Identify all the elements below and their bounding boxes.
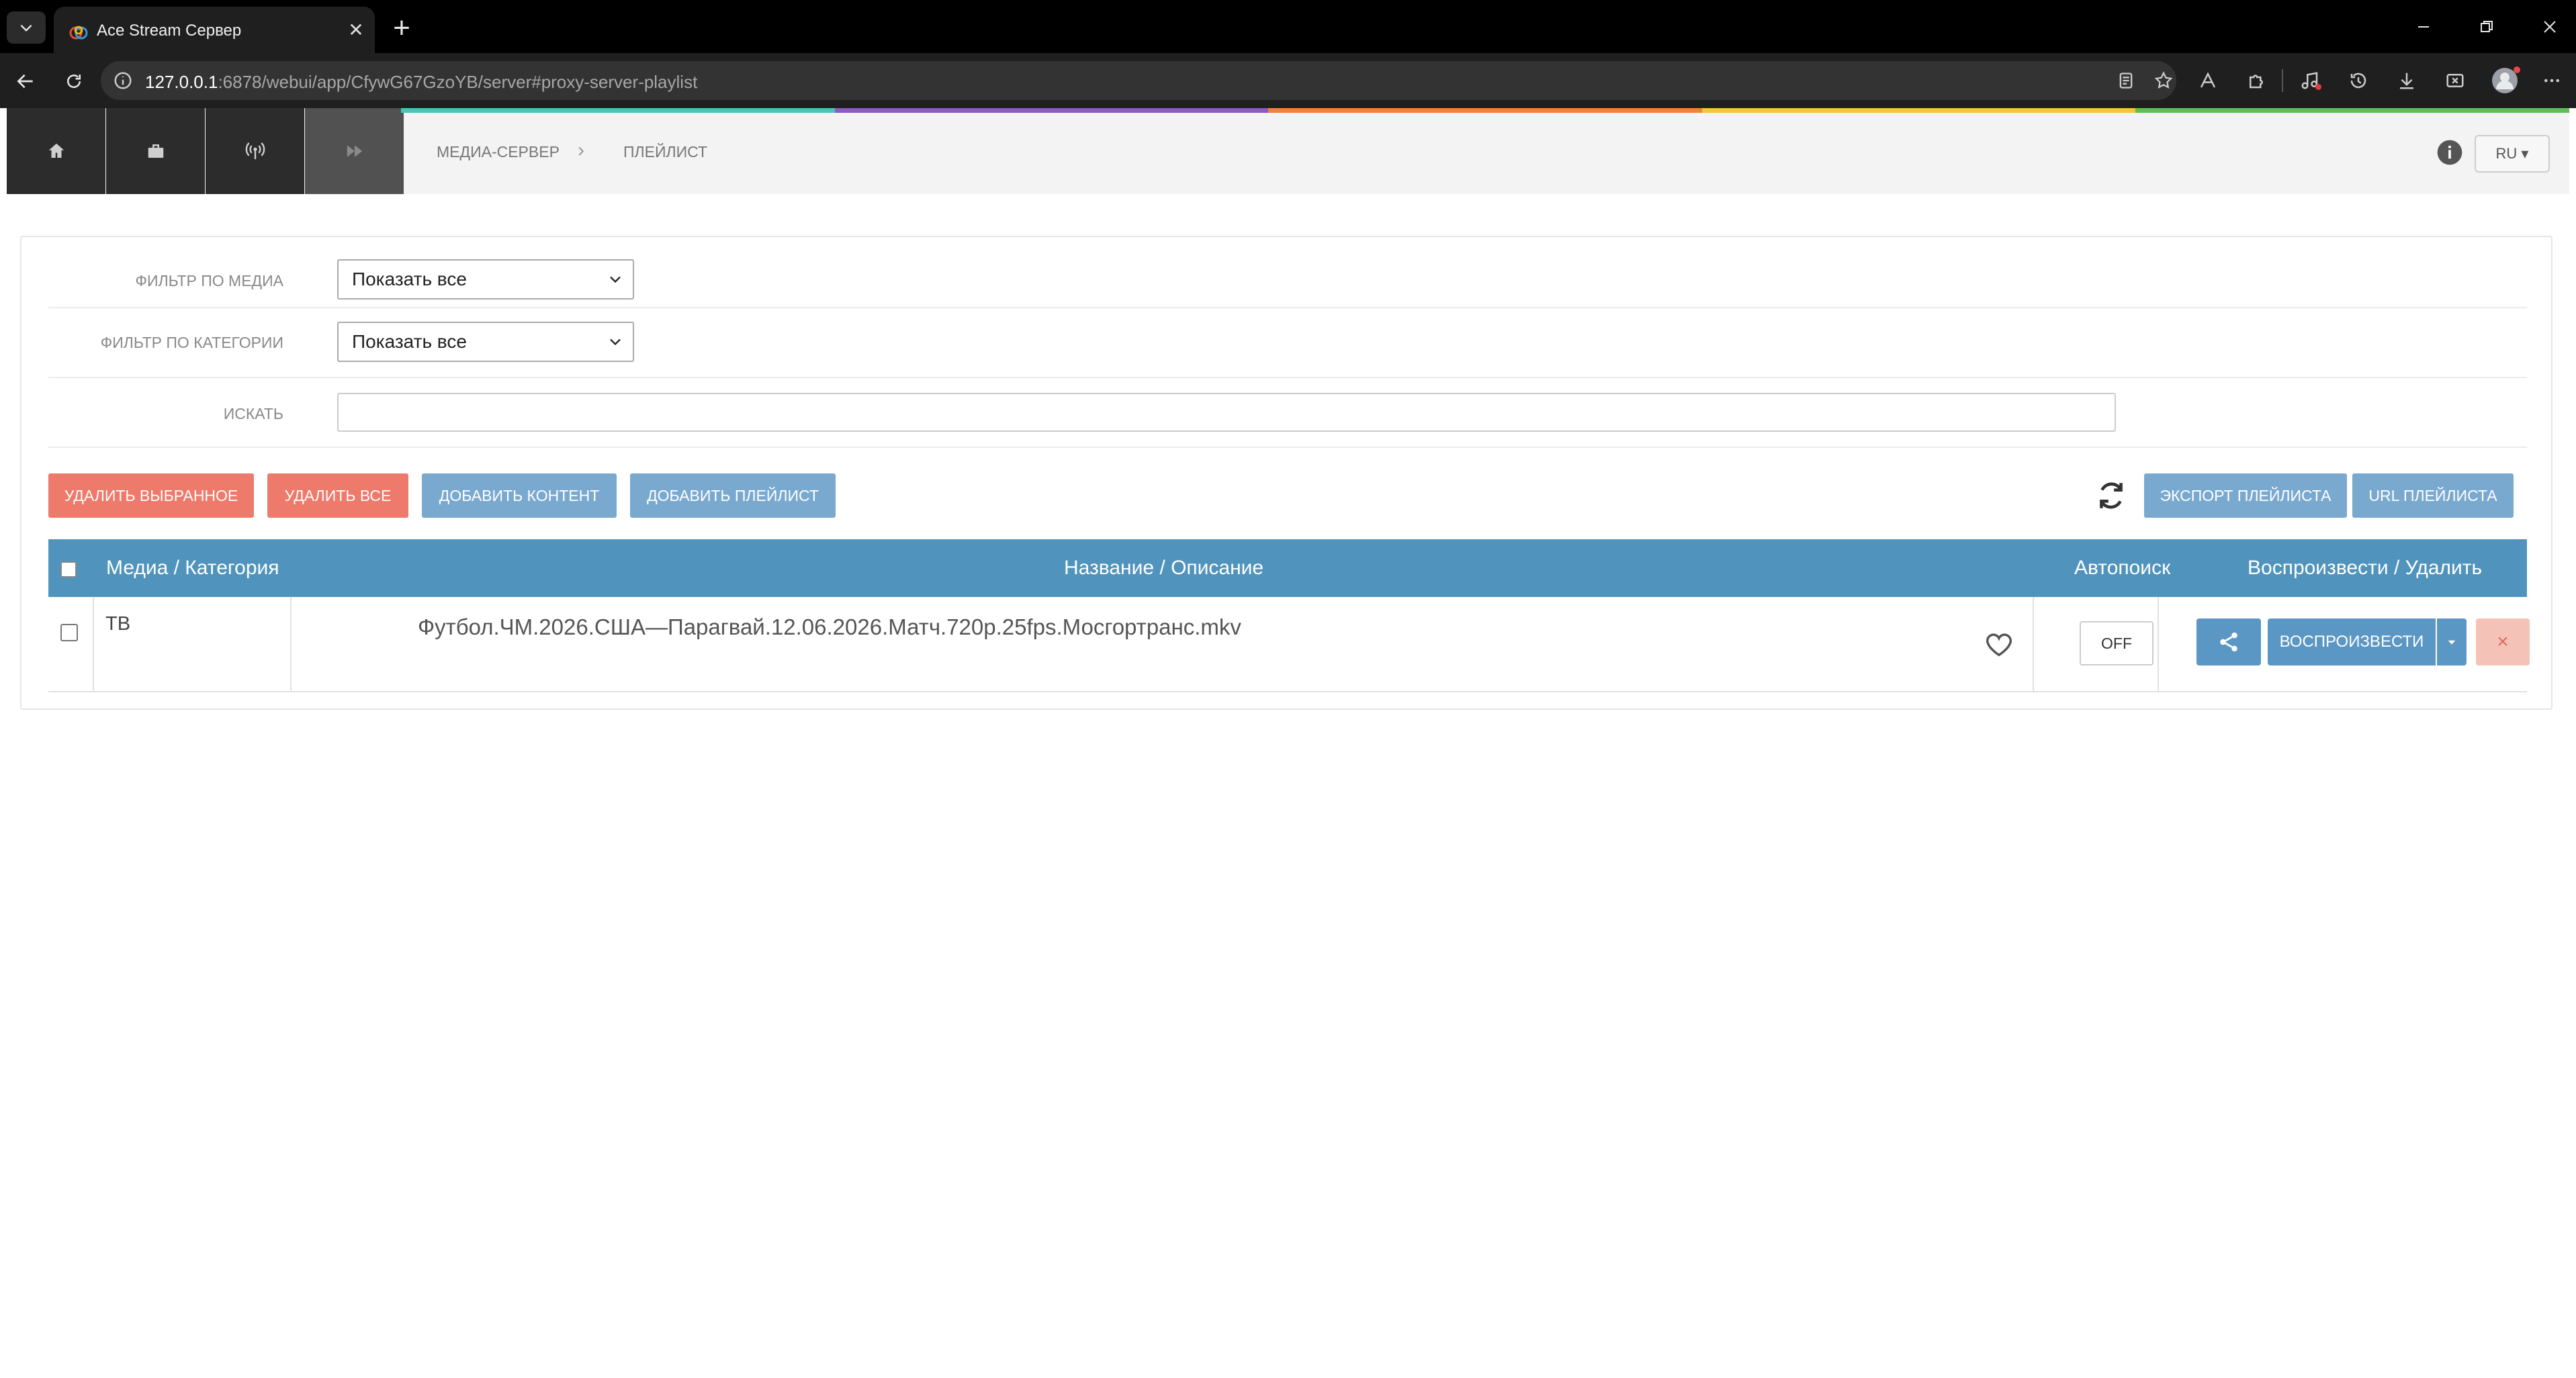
share-button[interactable] bbox=[2196, 618, 2261, 665]
autosearch-toggle[interactable]: OFF bbox=[2080, 621, 2153, 665]
heart-icon[interactable] bbox=[1983, 629, 2015, 660]
category-filter-select[interactable]: Показать все bbox=[337, 322, 634, 362]
nav-briefcase[interactable] bbox=[106, 108, 205, 194]
column-divider bbox=[2158, 597, 2159, 692]
url-text: 127.0.0.1:6878/webui/app/CfywG67GzoYB/se… bbox=[145, 72, 697, 93]
delete-all-button[interactable]: УДАЛИТЬ ВСЕ bbox=[267, 473, 408, 518]
playlist-url-button[interactable]: URL ПЛЕЙЛИСТА bbox=[2352, 473, 2514, 518]
reader-mode-icon[interactable] bbox=[2109, 64, 2143, 97]
column-play-delete: Воспроизвести / Удалить bbox=[2248, 557, 2483, 579]
nav-broadcast[interactable] bbox=[206, 108, 304, 194]
new-tab-button[interactable]: + bbox=[383, 11, 420, 44]
page: МЕДИА-СЕРВЕР › ПЛЕЙЛИСТ RU ▾ ФИЛЬТР ПО М… bbox=[7, 108, 2569, 1378]
screenshot-icon[interactable] bbox=[2438, 64, 2472, 97]
history-icon[interactable] bbox=[2342, 64, 2375, 97]
chevron-down-icon bbox=[610, 276, 621, 283]
restore-icon[interactable] bbox=[2462, 7, 2511, 47]
delete-selected-button[interactable]: УДАЛИТЬ ВЫБРАННОЕ bbox=[48, 473, 254, 518]
breadcrumb-media-server[interactable]: МЕДИА-СЕРВЕР bbox=[437, 143, 560, 161]
media-filter-row: ФИЛЬТР ПО МЕДИА Показать все bbox=[48, 250, 2527, 308]
category-filter-row: ФИЛЬТР ПО КАТЕГОРИИ Показать все bbox=[48, 308, 2527, 378]
favorite-star-icon[interactable] bbox=[2147, 64, 2180, 97]
column-media-category: Медиа / Категория bbox=[106, 557, 279, 579]
select-all-checkbox[interactable] bbox=[60, 561, 77, 578]
play-button[interactable]: ВОСПРОИЗВЕСТИ bbox=[2268, 618, 2436, 665]
address-bar[interactable]: 127.0.0.1:6878/webui/app/CfywG67GzoYB/se… bbox=[101, 61, 2176, 100]
close-window-icon[interactable] bbox=[2526, 7, 2574, 47]
search-row: ИСКАТЬ bbox=[48, 378, 2527, 448]
media-control-icon[interactable] bbox=[2293, 64, 2327, 97]
url-path: :6878/webui/app/CfywG67GzoYB/server#prox… bbox=[218, 72, 698, 92]
color-bar-purple bbox=[834, 108, 1269, 113]
app-header: МЕДИА-СЕРВЕР › ПЛЕЙЛИСТ RU ▾ bbox=[7, 108, 2569, 194]
back-icon[interactable] bbox=[8, 64, 43, 99]
add-playlist-button[interactable]: ДОБАВИТЬ ПЛЕЙЛИСТ bbox=[630, 473, 836, 518]
broadcast-icon bbox=[245, 142, 265, 159]
column-title-description: Название / Описание bbox=[1064, 557, 1264, 579]
tab-close-icon[interactable]: ✕ bbox=[343, 16, 369, 43]
toolbar-divider bbox=[2282, 69, 2283, 92]
column-divider bbox=[2033, 597, 2034, 692]
caret-down-icon bbox=[2448, 640, 2456, 645]
site-info-icon[interactable] bbox=[113, 71, 133, 91]
color-bar-orange bbox=[1268, 108, 1702, 113]
address-toolbar: 127.0.0.1:6878/webui/app/CfywG67GzoYB/se… bbox=[0, 53, 2576, 108]
column-divider bbox=[290, 597, 292, 692]
row-category: ТВ bbox=[105, 613, 131, 635]
chevron-down-icon bbox=[610, 338, 621, 346]
language-selector[interactable]: RU ▾ bbox=[2475, 135, 2550, 173]
ace-stream-favicon bbox=[69, 26, 88, 40]
playlist-panel: ФИЛЬТР ПО МЕДИА Показать все ФИЛЬТР ПО К… bbox=[20, 236, 2552, 710]
row-title[interactable]: Футбол.ЧМ.2026.США—Парагвай.12.06.2026.М… bbox=[418, 614, 1241, 640]
browser-tab-strip: Ace Stream Сервер ✕ + bbox=[0, 0, 2576, 54]
info-icon[interactable] bbox=[2435, 138, 2464, 167]
play-options-dropdown[interactable] bbox=[2437, 618, 2467, 665]
breadcrumb-separator: › bbox=[578, 139, 584, 161]
row-checkbox[interactable] bbox=[60, 624, 78, 641]
reload-icon[interactable] bbox=[56, 64, 91, 99]
url-host: 127.0.0.1 bbox=[145, 72, 218, 92]
table-row: ТВ Футбол.ЧМ.2026.США—Парагвай.12.06.202… bbox=[48, 597, 2530, 692]
share-icon bbox=[2220, 632, 2237, 652]
delete-row-button[interactable]: × bbox=[2476, 618, 2530, 665]
nav-home[interactable] bbox=[7, 108, 105, 194]
breadcrumb-playlist: ПЛЕЙЛИСТ bbox=[623, 143, 708, 160]
search-input[interactable] bbox=[337, 393, 2116, 432]
home-icon bbox=[48, 143, 64, 158]
tab-list-button[interactable] bbox=[7, 11, 46, 44]
color-bar-teal bbox=[401, 108, 835, 113]
color-bar-yellow bbox=[1701, 108, 2136, 113]
refresh-icon[interactable] bbox=[2094, 479, 2128, 512]
export-playlist-button[interactable]: ЭКСПОРТ ПЛЕЙЛИСТА bbox=[2144, 473, 2347, 518]
add-content-button[interactable]: ДОБАВИТЬ КОНТЕНТ bbox=[422, 473, 617, 518]
search-label: ИСКАТЬ bbox=[223, 405, 283, 422]
tab-title: Ace Stream Сервер bbox=[97, 21, 242, 40]
extensions-puzzle-icon[interactable] bbox=[2239, 64, 2273, 97]
column-autosearch: Автопоиск bbox=[2074, 557, 2171, 579]
media-filter-label: ФИЛЬТР ПО МЕДИА bbox=[135, 272, 283, 289]
category-filter-label: ФИЛЬТР ПО КАТЕГОРИИ bbox=[100, 334, 283, 351]
color-bar-green bbox=[2135, 108, 2569, 113]
column-divider bbox=[93, 597, 94, 692]
table-header: Медиа / Категория Название / Описание Ав… bbox=[48, 539, 2527, 597]
profile-avatar-icon[interactable] bbox=[2488, 64, 2522, 97]
nav-media-server[interactable] bbox=[305, 108, 404, 194]
media-filter-select[interactable]: Показать все bbox=[337, 259, 634, 300]
more-menu-icon[interactable] bbox=[2535, 64, 2569, 97]
media-filter-value: Показать все bbox=[352, 269, 467, 289]
briefcase-icon bbox=[148, 144, 163, 158]
extension-icon-1[interactable] bbox=[2191, 64, 2225, 97]
fast-forward-icon bbox=[347, 145, 362, 157]
chevron-down-icon bbox=[20, 24, 32, 32]
rainbow-bar bbox=[401, 108, 2569, 113]
browser-tab[interactable]: Ace Stream Сервер ✕ bbox=[54, 7, 375, 54]
downloads-icon[interactable] bbox=[2390, 64, 2424, 97]
minimize-icon[interactable] bbox=[2399, 7, 2448, 47]
category-filter-value: Показать все bbox=[352, 331, 467, 352]
